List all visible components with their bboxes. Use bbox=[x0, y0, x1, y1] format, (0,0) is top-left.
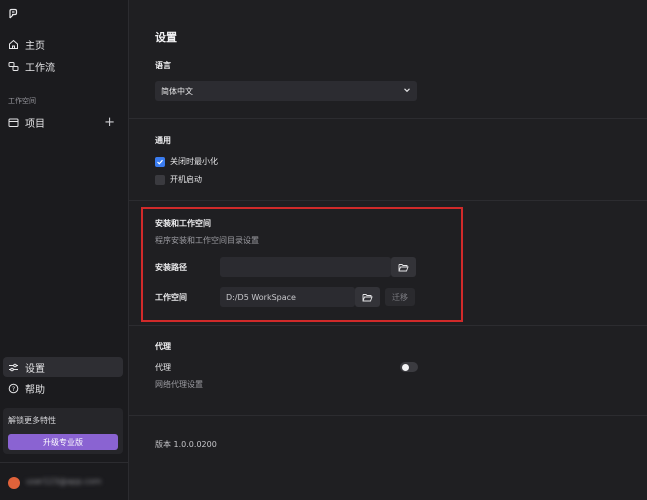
sidebar-item-workflow[interactable]: 工作流 bbox=[3, 56, 123, 76]
sliders-icon bbox=[8, 362, 19, 373]
upgrade-button[interactable]: 升级专业版 bbox=[8, 434, 118, 450]
settings-panel: 设置 语言 简体中文 通用 关闭时最小化 开机启动 安装和工作空间 程序安装和工… bbox=[129, 0, 647, 500]
page-title: 设置 bbox=[155, 31, 177, 44]
version-label: 版本 1.0.0.0200 bbox=[155, 440, 217, 449]
language-selected-value: 简体中文 bbox=[161, 86, 193, 96]
sidebar-item-label: 工作流 bbox=[25, 62, 55, 74]
divider bbox=[129, 200, 647, 201]
minimize-on-close-checkbox[interactable] bbox=[155, 156, 165, 167]
minimize-on-close-label: 关闭时最小化 bbox=[170, 157, 218, 166]
highlight-box bbox=[141, 207, 463, 322]
launch-at-startup-checkbox[interactable] bbox=[155, 174, 165, 185]
sidebar-item-label: 设置 bbox=[25, 363, 45, 375]
sidebar-item-home[interactable]: 主页 bbox=[3, 34, 123, 54]
divider bbox=[129, 118, 647, 119]
sidebar-item-projects[interactable]: 项目 + bbox=[3, 112, 123, 132]
workspace-section-label: 工作空间 bbox=[8, 97, 36, 105]
home-icon bbox=[8, 39, 19, 50]
upgrade-title: 解锁更多特性 bbox=[8, 416, 56, 425]
sidebar: 主页 工作流 工作空间 项目 + 设置 ? 帮助 解锁更多特性 升级专业版 us… bbox=[0, 0, 129, 500]
sidebar-item-help[interactable]: ? 帮助 bbox=[3, 378, 123, 398]
add-project-icon[interactable]: + bbox=[104, 116, 115, 129]
proxy-toggle[interactable] bbox=[400, 362, 418, 372]
language-title: 语言 bbox=[155, 61, 171, 70]
app-logo-icon bbox=[9, 8, 18, 19]
proxy-label: 代理 bbox=[155, 363, 171, 372]
sidebar-item-label: 主页 bbox=[25, 40, 45, 52]
avatar[interactable] bbox=[8, 477, 20, 489]
user-name: user123@app.com bbox=[26, 477, 102, 486]
proxy-description: 网络代理设置 bbox=[155, 380, 203, 389]
proxy-title: 代理 bbox=[155, 342, 171, 351]
help-icon: ? bbox=[8, 383, 19, 394]
upgrade-card: 解锁更多特性 升级专业版 bbox=[3, 408, 123, 454]
folder-icon bbox=[8, 117, 19, 128]
launch-at-startup-option[interactable]: 开机启动 bbox=[155, 174, 202, 185]
sidebar-item-settings[interactable]: 设置 bbox=[3, 357, 123, 377]
toggle-knob bbox=[402, 363, 409, 371]
minimize-on-close-option[interactable]: 关闭时最小化 bbox=[155, 156, 218, 167]
divider bbox=[129, 325, 647, 326]
language-select[interactable]: 简体中文 bbox=[155, 81, 417, 101]
launch-at-startup-label: 开机启动 bbox=[170, 175, 202, 184]
user-profile[interactable]: user123@app.com bbox=[0, 462, 128, 500]
sidebar-item-label: 帮助 bbox=[25, 384, 45, 396]
chevron-down-icon bbox=[403, 86, 411, 96]
divider bbox=[129, 415, 647, 416]
general-title: 通用 bbox=[155, 136, 171, 145]
workflow-icon bbox=[8, 61, 19, 72]
sidebar-item-label: 项目 bbox=[25, 118, 45, 130]
svg-text:?: ? bbox=[12, 385, 15, 393]
